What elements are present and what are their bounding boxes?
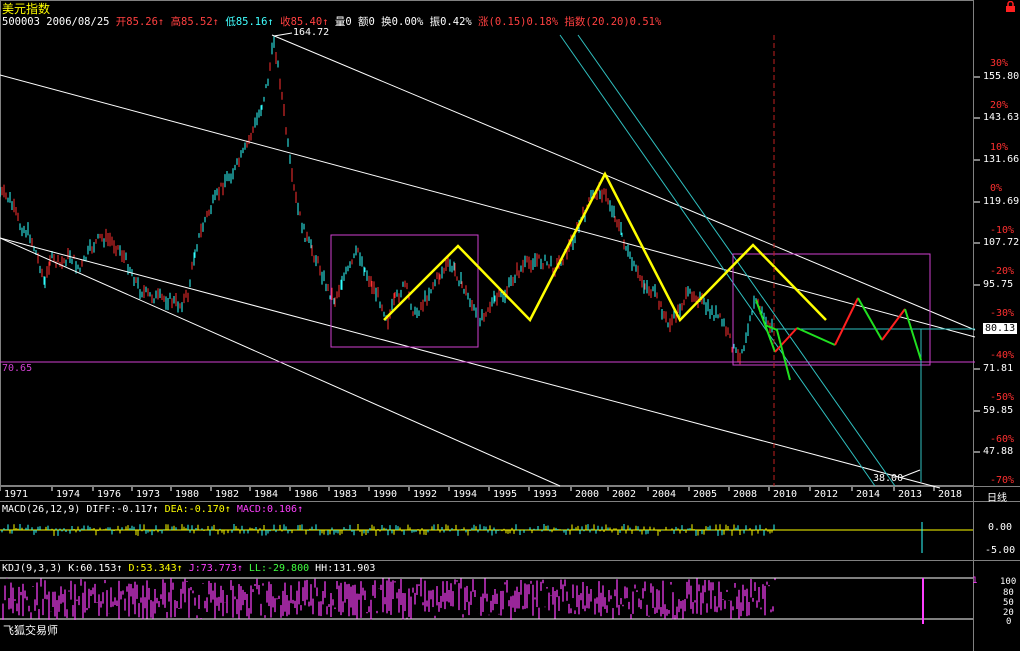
- trend-channel-line: [271, 34, 976, 331]
- y-price-tick: 107.72: [983, 237, 1020, 248]
- kdj-ll: LL:-29.800: [248, 563, 310, 574]
- watermark: 飞狐交易师: [3, 624, 58, 637]
- kdj-header: KDJ(9,3,3) K:60.153↑ D:53.343↑ J:73.773↑…: [2, 563, 375, 574]
- y-price-tick: 47.88: [983, 446, 1014, 457]
- x-year-tick: 2012: [814, 489, 839, 500]
- trend-channel-line: [0, 74, 976, 338]
- projection-segment: [904, 308, 922, 361]
- kdj-k: K:60.153↑: [68, 563, 123, 574]
- kdj-tick-100: 100: [1000, 577, 1017, 587]
- kdj-title: KDJ(9,3,3): [2, 563, 63, 574]
- projection-segment: [796, 327, 836, 346]
- y-percent-tick: -70%: [990, 475, 1015, 486]
- y-percent-tick: 10%: [990, 142, 1009, 153]
- x-year-tick: 1983: [333, 489, 358, 500]
- y-price-tick: 155.80: [983, 71, 1020, 82]
- period-button[interactable]: 日线: [987, 489, 1007, 504]
- x-year-tick: 2005: [693, 489, 718, 500]
- x-year-tick: 2008: [733, 489, 758, 500]
- peak-pointer: [273, 32, 293, 37]
- left-level-label: 70.65: [2, 363, 33, 374]
- kdj-tick-0: 0: [1006, 617, 1012, 627]
- y-percent-tick: -30%: [990, 308, 1015, 319]
- kdj-tick-80: 80: [1003, 588, 1014, 598]
- y-percent-tick: -10%: [990, 225, 1015, 236]
- x-year-tick: 1994: [453, 489, 478, 500]
- kdj-d: D:53.343↑: [128, 563, 183, 574]
- macd-title: MACD(26,12,9): [2, 504, 81, 515]
- trough-pointer: [901, 469, 921, 478]
- trough-label: 38.00: [873, 473, 904, 484]
- current-price-label: 80.13: [983, 323, 1018, 334]
- y-price-tick: 119.69: [983, 196, 1020, 207]
- macd-diff: DIFF:-0.117↑: [86, 504, 159, 515]
- kdj-right-marker: 1: [972, 576, 978, 586]
- y-price-tick: 131.66: [983, 154, 1020, 165]
- trend-channel-line: [0, 237, 941, 489]
- x-year-tick: 2018: [938, 489, 963, 500]
- x-year-tick: 2002: [612, 489, 637, 500]
- y-percent-tick: -40%: [990, 350, 1015, 361]
- x-year-tick: 1980: [175, 489, 200, 500]
- kdj-hh: HH:131.903: [315, 563, 376, 574]
- y-percent-tick: 30%: [990, 58, 1009, 69]
- y-percent-tick: 0%: [990, 183, 1003, 194]
- x-year-tick: 1982: [215, 489, 240, 500]
- y-percent-tick: -60%: [990, 434, 1015, 445]
- y-price-tick: 59.85: [983, 405, 1014, 416]
- y-percent-tick: -50%: [990, 392, 1015, 403]
- macd-value: MACD:0.106↑: [236, 504, 304, 515]
- x-year-tick: 2014: [856, 489, 881, 500]
- x-year-tick: 1992: [413, 489, 438, 500]
- x-year-tick: 1993: [533, 489, 558, 500]
- pattern-box: [330, 234, 479, 348]
- x-year-tick: 2000: [575, 489, 600, 500]
- macd-tick-0: 0.00: [988, 522, 1013, 533]
- x-year-tick: 1976: [97, 489, 122, 500]
- projection-segment: [857, 297, 883, 341]
- projection-segment: [834, 297, 859, 346]
- macd-tick-1: -5.00: [985, 545, 1016, 556]
- x-year-tick: 2013: [898, 489, 923, 500]
- x-year-tick: 1986: [294, 489, 319, 500]
- x-year-tick: 1974: [56, 489, 81, 500]
- pattern-box: [732, 253, 931, 366]
- chart-window: { "window_title": "美元指数", "info_bar": { …: [0, 0, 1020, 651]
- macd-header: MACD(26,12,9) DIFF:-0.117↑ DEA:-0.170↑ M…: [2, 504, 303, 515]
- x-year-tick: 1973: [136, 489, 161, 500]
- macd-dea: DEA:-0.170↑: [164, 504, 231, 515]
- x-year-tick: 1971: [4, 489, 29, 500]
- x-year-tick: 2010: [773, 489, 798, 500]
- x-year-tick: 1990: [373, 489, 398, 500]
- y-price-tick: 71.81: [983, 363, 1014, 374]
- price-chart: [0, 0, 1020, 651]
- price-panel-frame: [0, 0, 974, 486]
- y-price-tick: 95.75: [983, 279, 1014, 290]
- kdj-j: J:73.773↑: [188, 563, 243, 574]
- cyan-trend-line: [559, 34, 876, 487]
- y-percent-tick: 20%: [990, 100, 1009, 111]
- peak-label: 164.72: [293, 27, 330, 38]
- y-percent-tick: -20%: [990, 266, 1015, 277]
- x-year-tick: 2004: [652, 489, 677, 500]
- projection-segment: [881, 308, 906, 341]
- y-price-tick: 143.63: [983, 112, 1020, 123]
- x-year-tick: 1984: [254, 489, 279, 500]
- kdj-tick-50: 50: [1003, 598, 1014, 608]
- x-year-tick: 1995: [493, 489, 518, 500]
